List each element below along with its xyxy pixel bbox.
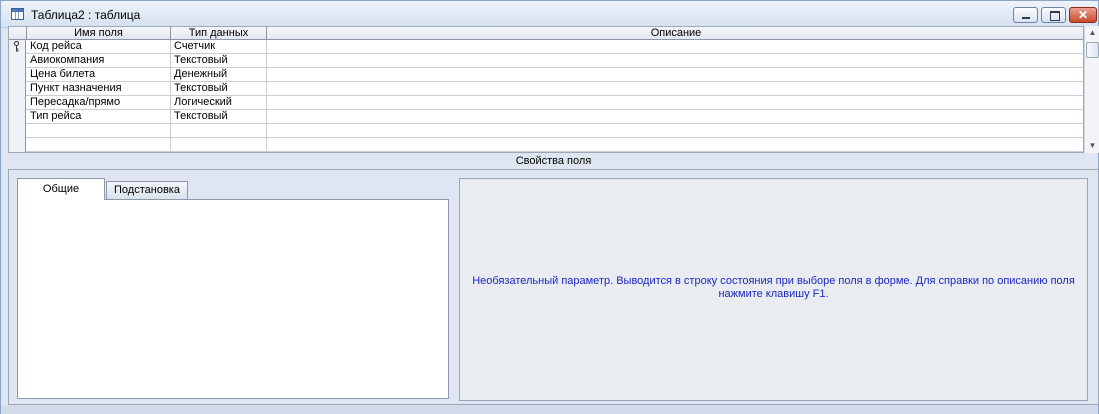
close-button[interactable]: ✕: [1069, 7, 1097, 23]
table-row[interactable]: Тип рейса Текстовый: [9, 110, 1083, 124]
general-tab-page: [17, 199, 449, 399]
column-header-data-type[interactable]: Тип данных: [171, 27, 267, 40]
grid-header: Имя поля Тип данных Описание: [9, 27, 1083, 40]
row-selector[interactable]: [9, 82, 26, 96]
data-type-cell[interactable]: Текстовый: [171, 54, 267, 68]
table-icon: [11, 8, 24, 20]
header-selector: [9, 27, 27, 40]
field-properties-panel: Общие Подстановка Необязательный парамет…: [8, 169, 1099, 405]
table-row[interactable]: Пункт назначения Текстовый: [9, 82, 1083, 96]
scroll-down-arrow-icon[interactable]: ▼: [1085, 139, 1099, 153]
description-cell[interactable]: [267, 110, 1083, 124]
table-design-window: Таблица2 : таблица ✕ Имя поля Тип данных…: [0, 0, 1099, 414]
data-type-cell[interactable]: Денежный: [171, 68, 267, 82]
field-name-cell[interactable]: Пересадка/прямо: [27, 96, 171, 110]
restore-button[interactable]: [1041, 7, 1066, 23]
data-type-cell[interactable]: Текстовый: [171, 82, 267, 96]
field-properties-label: Свойства поля: [515, 155, 592, 167]
window-title: Таблица2 : таблица: [31, 8, 141, 22]
title-bar[interactable]: Таблица2 : таблица ✕: [1, 1, 1098, 28]
field-name-cell[interactable]: Пункт назначения: [27, 82, 171, 96]
table-row[interactable]: [9, 124, 1083, 138]
field-name-cell[interactable]: Авиокомпания: [27, 54, 171, 68]
table-row[interactable]: [9, 138, 1083, 152]
description-cell[interactable]: [267, 96, 1083, 110]
field-name-cell[interactable]: [27, 124, 171, 138]
row-selector[interactable]: [9, 54, 26, 68]
table-row[interactable]: Цена билета Денежный: [9, 68, 1083, 82]
table-row[interactable]: Пересадка/прямо Логический: [9, 96, 1083, 110]
tab-general[interactable]: Общие: [17, 178, 105, 200]
row-selector[interactable]: [9, 96, 26, 110]
data-type-cell[interactable]: Логический: [171, 96, 267, 110]
field-name-cell[interactable]: [27, 138, 171, 152]
window-bottom-edge: [1, 405, 1098, 414]
minimize-icon: [1014, 8, 1037, 22]
data-type-cell[interactable]: Текстовый: [171, 110, 267, 124]
row-selector[interactable]: [9, 68, 26, 82]
minimize-button[interactable]: [1013, 7, 1038, 23]
data-type-cell[interactable]: [171, 138, 267, 152]
description-cell[interactable]: [267, 54, 1083, 68]
tab-lookup[interactable]: Подстановка: [106, 181, 188, 200]
column-header-field-name[interactable]: Имя поля: [27, 27, 171, 40]
field-name-cell[interactable]: Цена билета: [27, 68, 171, 82]
column-header-description[interactable]: Описание: [267, 27, 1083, 40]
help-panel: Необязательный параметр. Выводится в стр…: [459, 178, 1088, 401]
grid-vertical-scrollbar[interactable]: ▲ ▼: [1084, 26, 1099, 153]
description-cell[interactable]: [267, 138, 1083, 152]
field-name-cell[interactable]: Код рейса: [27, 40, 171, 54]
help-text: Необязательный параметр. Выводится в стр…: [472, 275, 1075, 300]
scroll-up-arrow-icon[interactable]: ▲: [1085, 26, 1099, 40]
row-selector[interactable]: [9, 124, 26, 138]
description-cell[interactable]: [267, 68, 1083, 82]
restore-icon: [1042, 8, 1065, 22]
row-selector[interactable]: [9, 110, 26, 124]
field-design-grid: Имя поля Тип данных Описание Код рейса Сч…: [8, 26, 1084, 153]
description-cell[interactable]: [267, 124, 1083, 138]
primary-key-icon: [14, 41, 19, 52]
data-type-cell[interactable]: [171, 124, 267, 138]
row-selector[interactable]: [9, 40, 26, 54]
data-type-cell[interactable]: Счетчик: [171, 40, 267, 54]
scroll-thumb[interactable]: [1086, 42, 1099, 58]
description-cell[interactable]: [267, 40, 1083, 54]
close-icon: ✕: [1077, 8, 1089, 22]
row-selector[interactable]: [9, 138, 26, 152]
description-cell[interactable]: [267, 82, 1083, 96]
table-row[interactable]: Авиокомпания Текстовый: [9, 54, 1083, 68]
field-name-cell[interactable]: Тип рейса: [27, 110, 171, 124]
table-row[interactable]: Код рейса Счетчик: [9, 40, 1083, 54]
